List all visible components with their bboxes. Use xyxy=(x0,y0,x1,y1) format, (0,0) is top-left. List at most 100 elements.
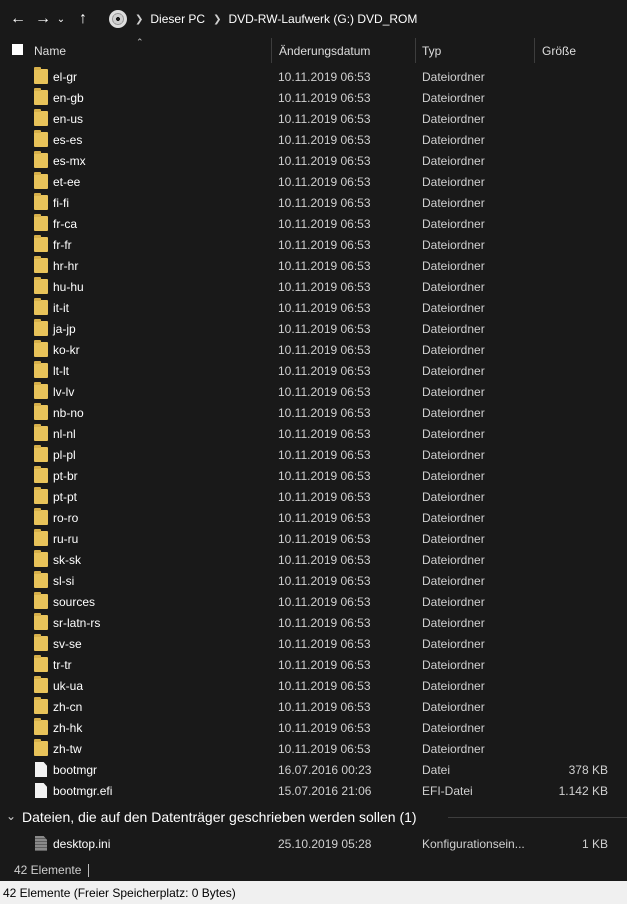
folder-row[interactable]: sl-si 10.11.2019 06:53 Dateiordner xyxy=(0,570,627,591)
column-divider[interactable] xyxy=(271,38,272,63)
folder-row[interactable]: zh-tw 10.11.2019 06:53 Dateiordner xyxy=(0,738,627,759)
folder-row[interactable]: hu-hu 10.11.2019 06:53 Dateiordner xyxy=(0,276,627,297)
item-date: 10.11.2019 06:53 xyxy=(278,91,371,105)
folder-row[interactable]: lv-lv 10.11.2019 06:53 Dateiordner xyxy=(0,381,627,402)
folder-row[interactable]: pt-br 10.11.2019 06:53 Dateiordner xyxy=(0,465,627,486)
item-type: Dateiordner xyxy=(422,637,485,651)
folder-row[interactable]: fr-ca 10.11.2019 06:53 Dateiordner xyxy=(0,213,627,234)
folder-icon xyxy=(34,340,48,357)
chevron-right-icon[interactable]: ❯ xyxy=(213,14,221,25)
item-name: pt-br xyxy=(53,469,78,483)
item-type: EFI-Datei xyxy=(422,784,473,798)
folder-row[interactable]: uk-ua 10.11.2019 06:53 Dateiordner xyxy=(0,675,627,696)
item-name: ko-kr xyxy=(53,343,80,357)
folder-row[interactable]: tr-tr 10.11.2019 06:53 Dateiordner xyxy=(0,654,627,675)
file-row[interactable]: desktop.ini 25.10.2019 05:28 Konfiguration… xyxy=(0,833,627,854)
folder-row[interactable]: sr-latn-rs 10.11.2019 06:53 Dateiordner xyxy=(0,612,627,633)
item-type: Dateiordner xyxy=(422,217,485,231)
navigation-bar: ← → ⌄ ↑ ❯ Dieser PC ❯ DVD-RW-Laufwerk (G… xyxy=(0,0,627,38)
item-name: hr-hr xyxy=(53,259,79,273)
item-name: fr-fr xyxy=(53,238,72,252)
folder-row[interactable]: hr-hr 10.11.2019 06:53 Dateiordner xyxy=(0,255,627,276)
folder-row[interactable]: sk-sk 10.11.2019 06:53 Dateiordner xyxy=(0,549,627,570)
group-header[interactable]: ⌄ Dateien, die auf den Datenträger gesch… xyxy=(0,806,627,828)
item-date: 10.11.2019 06:53 xyxy=(278,406,371,420)
folder-icon xyxy=(34,403,48,420)
folder-row[interactable]: lt-lt 10.11.2019 06:53 Dateiordner xyxy=(0,360,627,381)
select-all-checkbox[interactable] xyxy=(12,44,23,55)
item-date: 10.11.2019 06:53 xyxy=(278,448,371,462)
column-header-type[interactable]: Typ xyxy=(422,44,441,58)
chevron-down-icon[interactable]: ⌄ xyxy=(54,8,68,30)
folder-icon xyxy=(34,613,48,630)
folder-row[interactable]: nl-nl 10.11.2019 06:53 Dateiordner xyxy=(0,423,627,444)
item-date: 10.11.2019 06:53 xyxy=(278,259,371,273)
folder-row[interactable]: pl-pl 10.11.2019 06:53 Dateiordner xyxy=(0,444,627,465)
folder-row[interactable]: es-mx 10.11.2019 06:53 Dateiordner xyxy=(0,150,627,171)
arrow-left-icon[interactable]: ← xyxy=(7,8,29,30)
item-date: 10.11.2019 06:53 xyxy=(278,700,371,714)
folder-row[interactable]: en-gb 10.11.2019 06:53 Dateiordner xyxy=(0,87,627,108)
folder-row[interactable]: zh-hk 10.11.2019 06:53 Dateiordner xyxy=(0,717,627,738)
folder-icon xyxy=(34,445,48,462)
folder-icon xyxy=(34,151,48,168)
item-date: 10.11.2019 06:53 xyxy=(278,427,371,441)
folder-row[interactable]: ru-ru 10.11.2019 06:53 Dateiordner xyxy=(0,528,627,549)
folder-icon xyxy=(34,88,48,105)
column-divider[interactable] xyxy=(415,38,416,63)
folder-row[interactable]: el-gr 10.11.2019 06:53 Dateiordner xyxy=(0,66,627,87)
folder-icon xyxy=(34,361,48,378)
item-type: Dateiordner xyxy=(422,658,485,672)
free-space-status: 42 Elemente (Freier Speicherplatz: 0 Byt… xyxy=(3,886,236,900)
item-type: Dateiordner xyxy=(422,196,485,210)
folder-row[interactable]: ja-jp 10.11.2019 06:53 Dateiordner xyxy=(0,318,627,339)
item-name: bootmgr.efi xyxy=(53,784,113,798)
item-name: zh-tw xyxy=(53,742,82,756)
column-header-size[interactable]: Größe xyxy=(542,44,576,58)
item-date: 10.11.2019 06:53 xyxy=(278,70,371,84)
folder-row[interactable]: nb-no 10.11.2019 06:53 Dateiordner xyxy=(0,402,627,423)
address-bar[interactable]: ❯ Dieser PC ❯ DVD-RW-Laufwerk (G:) DVD_R… xyxy=(106,7,627,31)
folder-row[interactable]: pt-pt 10.11.2019 06:53 Dateiordner xyxy=(0,486,627,507)
column-header-date[interactable]: Änderungsdatum xyxy=(279,44,370,58)
folder-icon xyxy=(34,739,48,756)
folder-icon xyxy=(34,172,48,189)
folder-row[interactable]: es-es 10.11.2019 06:53 Dateiordner xyxy=(0,129,627,150)
folder-icon xyxy=(34,256,48,273)
item-date: 10.11.2019 06:53 xyxy=(278,154,371,168)
item-type: Dateiordner xyxy=(422,742,485,756)
arrow-right-icon[interactable]: → xyxy=(32,8,54,30)
folder-row[interactable]: it-it 10.11.2019 06:53 Dateiordner xyxy=(0,297,627,318)
item-name: bootmgr xyxy=(53,763,98,777)
item-name: en-us xyxy=(53,112,84,126)
folder-row[interactable]: zh-cn 10.11.2019 06:53 Dateiordner xyxy=(0,696,627,717)
breadcrumb-this-pc[interactable]: Dieser PC xyxy=(150,12,205,26)
folder-row[interactable]: sources 10.11.2019 06:53 Dateiordner xyxy=(0,591,627,612)
file-row[interactable]: bootmgr.efi 15.07.2016 21:06 EFI-Datei 1.14… xyxy=(0,780,627,801)
folder-row[interactable]: ko-kr 10.11.2019 06:53 Dateiordner xyxy=(0,339,627,360)
breadcrumb-dvd-drive[interactable]: DVD-RW-Laufwerk (G:) DVD_ROM xyxy=(228,12,417,26)
folder-row[interactable]: fr-fr 10.11.2019 06:53 Dateiordner xyxy=(0,234,627,255)
folder-icon xyxy=(34,193,48,210)
folder-row[interactable]: ro-ro 10.11.2019 06:53 Dateiordner xyxy=(0,507,627,528)
item-date: 10.11.2019 06:53 xyxy=(278,574,371,588)
item-name: sv-se xyxy=(53,637,82,651)
column-divider[interactable] xyxy=(534,38,535,63)
item-name: lv-lv xyxy=(53,385,75,399)
folder-row[interactable]: fi-fi 10.11.2019 06:53 Dateiordner xyxy=(0,192,627,213)
column-header-name[interactable]: Name xyxy=(34,44,66,58)
chevron-right-icon[interactable]: ❯ xyxy=(135,14,143,25)
item-name: el-gr xyxy=(53,70,78,84)
item-date: 25.10.2019 05:28 xyxy=(278,837,372,851)
arrow-up-icon[interactable]: ↑ xyxy=(72,8,94,30)
folder-icon xyxy=(34,67,48,84)
item-date: 10.11.2019 06:53 xyxy=(278,595,371,609)
folder-row[interactable]: et-ee 10.11.2019 06:53 Dateiordner xyxy=(0,171,627,192)
item-date: 15.07.2016 21:06 xyxy=(278,784,372,798)
file-row[interactable]: bootmgr 16.07.2016 00:23 Datei 378 KB xyxy=(0,759,627,780)
folder-row[interactable]: en-us 10.11.2019 06:53 Dateiordner xyxy=(0,108,627,129)
chevron-down-icon[interactable]: ⌄ xyxy=(6,809,16,823)
item-name: pl-pl xyxy=(53,448,76,462)
folder-row[interactable]: sv-se 10.11.2019 06:53 Dateiordner xyxy=(0,633,627,654)
sort-ascending-icon: ⌃ xyxy=(136,37,144,47)
